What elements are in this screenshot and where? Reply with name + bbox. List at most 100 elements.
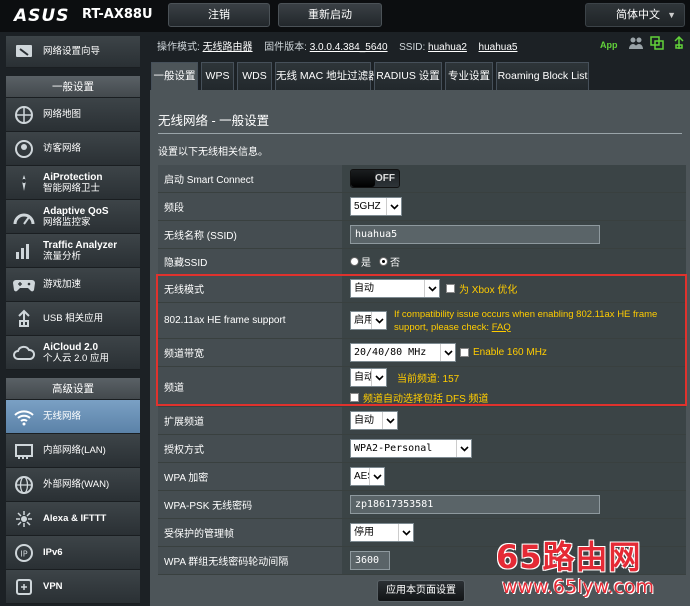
mode-link[interactable]: 无线路由器	[203, 42, 253, 53]
current-channel: 当前频道: 157	[397, 374, 460, 385]
psk-input[interactable]: zp18617353581	[350, 495, 600, 514]
general-settings-header: 一般设置	[6, 76, 140, 98]
sidebar-item-label: 网络监控家	[43, 216, 91, 228]
sidebar-item-ipv6[interactable]: IP IPv6	[6, 536, 140, 570]
sidebar-item-wireless[interactable]: 无线网络	[6, 400, 140, 434]
tab-wds[interactable]: WDS	[237, 62, 272, 90]
ssid-label: SSID:	[399, 42, 426, 53]
ext-channel-selected: 自动	[354, 415, 374, 426]
sidebar-item-aicloud[interactable]: AiCloud 2.0 个人云 2.0 应用	[6, 336, 140, 370]
ssid-field-label: 无线名称 (SSID)	[158, 221, 342, 248]
enable-160-checkbox[interactable]	[460, 348, 469, 357]
band-label: 频段	[158, 193, 342, 220]
band-value: 5GHZ	[342, 193, 686, 220]
pmf-label: 受保护的管理帧	[158, 519, 342, 546]
chevron-down-icon	[371, 369, 386, 386]
sidebar-item-game-boost[interactable]: 游戏加速	[6, 268, 140, 302]
wpa-encryption-select[interactable]: AES	[350, 467, 385, 486]
smart-connect-label: 启动 Smart Connect	[158, 165, 342, 192]
users-icon[interactable]	[628, 36, 644, 52]
sidebar-item-lan[interactable]: 内部网络(LAN)	[6, 434, 140, 468]
row-channel: 频道 自动 当前频道: 157 频道自动选择包括 DFS 频道	[158, 367, 686, 407]
chevron-down-icon	[382, 412, 397, 429]
sidebar-item-network-map[interactable]: 网络地图	[6, 98, 140, 132]
tab-professional[interactable]: 专业设置	[445, 62, 493, 90]
ext-channel-select[interactable]: 自动	[350, 411, 398, 430]
dfs-checkbox[interactable]	[350, 393, 359, 402]
row-rekey: WPA 群组无线密码轮动间隔 3600	[158, 547, 686, 575]
hide-ssid-yes-radio[interactable]	[350, 257, 359, 266]
tab-radius[interactable]: RADIUS 设置	[374, 62, 442, 90]
pmf-select[interactable]: 停用	[350, 523, 414, 542]
tab-roaming-block-list[interactable]: Roaming Block List	[496, 62, 589, 90]
sidebar-item-wan[interactable]: 外部网络(WAN)	[6, 468, 140, 502]
channel-select[interactable]: 自动	[350, 368, 387, 387]
hide-ssid-yes-label: 是	[361, 258, 371, 269]
ssid-link-1[interactable]: huahua2	[428, 42, 467, 53]
sidebar-item-label: 网络地图	[43, 109, 82, 120]
ssid-link-2[interactable]: huahua5	[479, 42, 518, 53]
auth-select[interactable]: WPA2-Personal	[350, 439, 472, 458]
chevron-down-icon	[369, 468, 384, 485]
usb-app-icon	[11, 308, 37, 330]
tab-wps[interactable]: WPS	[201, 62, 234, 90]
sidebar-item-usb-apps[interactable]: USB 相关应用	[6, 302, 140, 336]
sidebar-item-aiprotection[interactable]: AiProtection 智能网络卫士	[6, 166, 140, 200]
sidebar-item-alexa-ifttt[interactable]: Alexa & IFTTT	[6, 502, 140, 536]
wizard-icon	[11, 41, 37, 63]
apply-button[interactable]: 应用本页面设置	[377, 580, 465, 602]
page-title: 无线网络 - 一般设置	[158, 114, 270, 128]
toggle-knob	[351, 170, 375, 187]
sidebar-item-label: VPN	[43, 581, 63, 592]
bandwidth-select[interactable]: 20/40/80 MHz	[350, 343, 456, 362]
sidebar-item-guest-network[interactable]: 访客网络	[6, 132, 140, 166]
he-frame-select[interactable]: 启用	[350, 311, 387, 330]
app-link[interactable]: App	[600, 40, 618, 50]
firmware-link[interactable]: 3.0.0.4.384_5640	[310, 42, 388, 53]
he-frame-label: 802.11ax HE frame support	[158, 303, 342, 338]
alexa-icon	[11, 508, 37, 530]
rekey-input[interactable]: 3600	[350, 551, 390, 570]
xbox-optimize-checkbox[interactable]	[446, 284, 455, 293]
sidebar-item-title: Traffic Analyzer	[43, 239, 118, 251]
wpa-encryption-value: AES	[342, 463, 686, 490]
sidebar-item-label: 访客网络	[43, 143, 82, 154]
language-select[interactable]: 简体中文 ▼	[585, 3, 685, 27]
network-icon[interactable]	[650, 36, 664, 52]
sidebar-item-title: AiProtection	[43, 171, 103, 183]
sidebar-item-traffic-analyzer[interactable]: Traffic Analyzer 流量分析	[6, 234, 140, 268]
bandwidth-value: 20/40/80 MHz Enable 160 MHz	[342, 339, 686, 366]
band-select[interactable]: 5GHZ	[350, 197, 402, 216]
row-ssid: 无线名称 (SSID) huahua5	[158, 221, 686, 249]
row-hide-ssid: 隐藏SSID 是 否	[158, 249, 686, 275]
smart-connect-toggle[interactable]: OFF	[350, 169, 400, 188]
tab-general[interactable]: 一般设置	[151, 62, 198, 90]
reboot-button[interactable]: 重新启动	[278, 3, 382, 27]
vpn-icon	[11, 576, 37, 598]
model-name: RT-AX88U	[82, 7, 153, 22]
chevron-down-icon	[424, 280, 439, 297]
sidebar-item-label: 网络设置向导	[43, 46, 101, 57]
tab-mac-filter[interactable]: 无线 MAC 地址过滤器	[275, 62, 379, 90]
faq-link[interactable]: FAQ	[492, 322, 511, 333]
hide-ssid-no-label: 否	[390, 258, 400, 269]
enable-160-label: Enable 160 MHz	[473, 347, 547, 358]
sidebar-item-setup-wizard[interactable]: 网络设置向导	[6, 36, 140, 68]
title-divider	[158, 133, 682, 134]
pmf-selected: 停用	[354, 527, 374, 538]
wireless-mode-value: 自动 为 Xbox 优化	[342, 275, 686, 302]
sidebar-item-adaptive-qos[interactable]: Adaptive QoS 网络监控家	[6, 200, 140, 234]
status-line: 操作模式: 无线路由器 固件版本: 3.0.0.4.384_5640 SSID:…	[157, 38, 517, 53]
usb-icon[interactable]	[672, 35, 686, 54]
sidebar-item-title: AiCloud 2.0	[43, 341, 99, 353]
wireless-mode-select[interactable]: 自动	[350, 279, 440, 298]
band-selected: 5GHZ	[354, 201, 381, 212]
chevron-down-icon	[398, 524, 413, 541]
hide-ssid-no-radio[interactable]	[379, 257, 388, 266]
logout-button[interactable]: 注销	[168, 3, 270, 27]
hide-ssid-value: 是 否	[342, 249, 686, 274]
gamepad-icon	[11, 274, 37, 296]
sidebar-item-vpn[interactable]: VPN	[6, 570, 140, 604]
ssid-input[interactable]: huahua5	[350, 225, 600, 244]
psk-label: WPA-PSK 无线密码	[158, 491, 342, 518]
